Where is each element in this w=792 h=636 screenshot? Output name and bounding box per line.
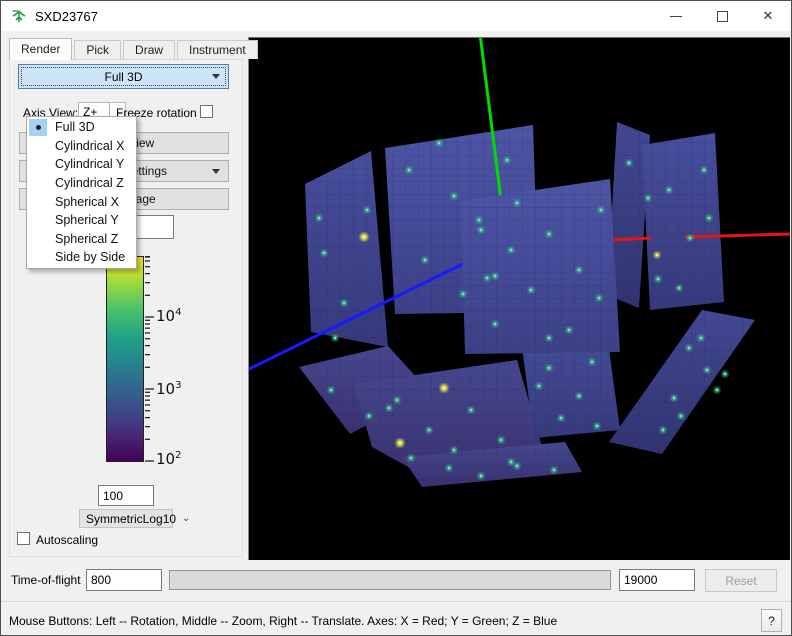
instrument-3d-viewport[interactable] <box>248 37 790 560</box>
selected-radio-icon <box>29 119 47 136</box>
minimize-button[interactable] <box>653 1 699 31</box>
menu-item-cylindrical-x[interactable]: Cylindrical X <box>27 137 136 156</box>
colorbar-tick-label: 102 <box>156 450 181 468</box>
chevron-down-icon: ⌄ <box>182 513 190 524</box>
tof-label: Time-of-flight <box>11 573 81 587</box>
window-title: SXD23767 <box>35 9 98 24</box>
tof-min-input[interactable] <box>86 569 162 591</box>
scale-min-input[interactable] <box>98 485 154 506</box>
tof-max-input[interactable] <box>619 569 695 591</box>
colorbar <box>106 256 144 462</box>
tab-render[interactable]: Render <box>9 38 72 60</box>
instrument-render <box>249 38 790 560</box>
chevron-down-icon <box>212 169 220 174</box>
projection-combobox[interactable]: Full 3D <box>18 64 229 89</box>
tof-reset-button[interactable]: Reset <box>705 569 777 592</box>
maximize-icon <box>717 11 728 22</box>
colorbar-tick-label: 104 <box>156 307 181 325</box>
tof-range-slider[interactable] <box>169 570 611 590</box>
status-text: Mouse Buttons: Left -- Rotation, Middle … <box>9 614 557 628</box>
projection-menu: Full 3D Cylindrical X Cylindrical Y Cyli… <box>26 116 137 269</box>
menu-item-cylindrical-y[interactable]: Cylindrical Y <box>27 155 136 174</box>
menu-item-spherical-y[interactable]: Spherical Y <box>27 211 136 230</box>
tab-draw[interactable]: Draw <box>123 40 175 59</box>
tab-instrument[interactable]: Instrument <box>177 40 258 59</box>
colorbar-ticks <box>145 256 157 464</box>
titlebar: SXD23767 ✕ <box>1 1 791 31</box>
freeze-rotation-checkbox[interactable] <box>200 105 213 118</box>
autoscaling-checkbox[interactable] <box>17 532 30 545</box>
close-button[interactable]: ✕ <box>745 1 791 31</box>
tab-pick[interactable]: Pick <box>74 40 121 59</box>
app-icon <box>10 7 28 25</box>
maximize-button[interactable] <box>699 1 745 31</box>
chevron-down-icon <box>212 74 220 79</box>
help-button[interactable]: ? <box>761 609 782 632</box>
menu-item-side-by-side[interactable]: Side by Side <box>27 248 136 267</box>
menu-item-full-3d[interactable]: Full 3D <box>27 118 136 137</box>
scale-type-combobox[interactable]: SymmetricLog10 ⌄ <box>79 509 173 528</box>
colorbar-tick-label: 103 <box>156 380 181 398</box>
focus-rect <box>21 67 226 86</box>
menu-item-spherical-x[interactable]: Spherical X <box>27 192 136 211</box>
menu-item-cylindrical-z[interactable]: Cylindrical Z <box>27 174 136 193</box>
menu-item-spherical-z[interactable]: Spherical Z <box>27 230 136 249</box>
application-window: SXD23767 ✕ Render Pick Draw Instrument F… <box>0 0 792 636</box>
status-bar: Mouse Buttons: Left -- Rotation, Middle … <box>1 601 791 636</box>
minimize-icon <box>670 16 682 17</box>
close-icon: ✕ <box>763 8 774 24</box>
tab-bar: Render Pick Draw Instrument <box>9 38 260 59</box>
autoscaling-label: Autoscaling <box>36 533 98 547</box>
